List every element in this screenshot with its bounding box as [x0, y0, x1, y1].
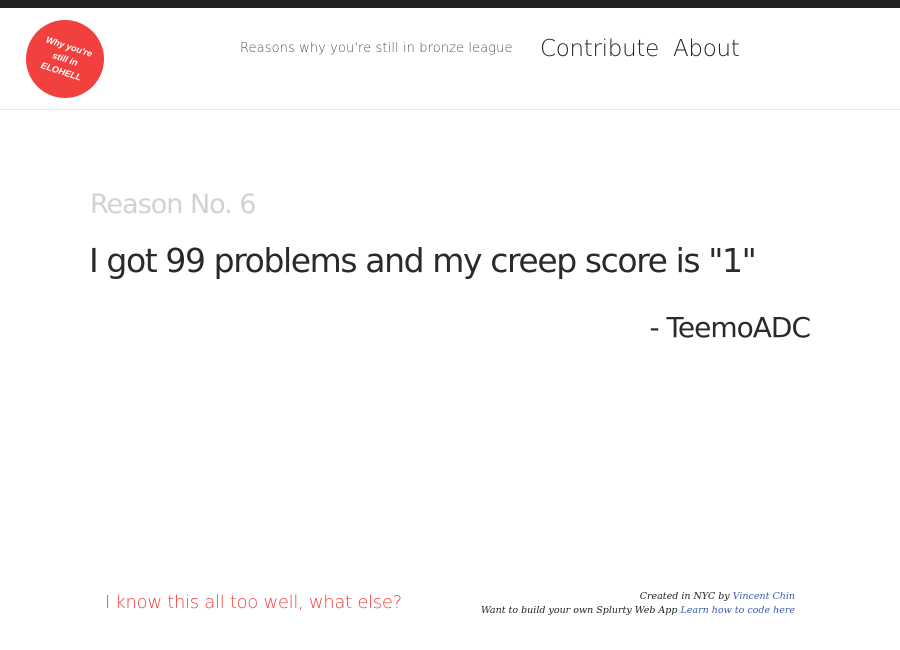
logo-text: Why you're still in ELOHELL	[39, 33, 94, 83]
next-reason-link[interactable]: I know this all too well, what else?	[105, 592, 402, 613]
build-prefix: Want to build your own Splurty Web App	[480, 605, 678, 616]
credit-prefix: Created in NYC by	[639, 591, 730, 602]
reason-author: - TeemoADC	[649, 311, 811, 344]
nav-about-link[interactable]: About	[673, 36, 740, 62]
reason-text: I got 99 problems and my creep score is …	[89, 241, 757, 280]
author-link[interactable]: Vincent Chin	[733, 591, 795, 602]
reason-number: Reason No. 6	[90, 189, 257, 220]
credit-line: Created in NYC by Vincent Chin	[481, 590, 795, 604]
nav-contribute-link[interactable]: Contribute	[540, 36, 659, 62]
top-bar	[0, 0, 900, 8]
logo-badge[interactable]: Why you're still in ELOHELL	[26, 20, 104, 98]
build-line: Want to build your own Splurty Web App L…	[481, 604, 795, 618]
header: Why you're still in ELOHELL Reasons why …	[0, 8, 900, 110]
credits: Created in NYC by Vincent Chin Want to b…	[481, 590, 795, 618]
learn-to-code-link[interactable]: Learn how to code here	[681, 605, 796, 616]
site-tagline: Reasons why you're still in bronze leagu…	[240, 41, 513, 56]
